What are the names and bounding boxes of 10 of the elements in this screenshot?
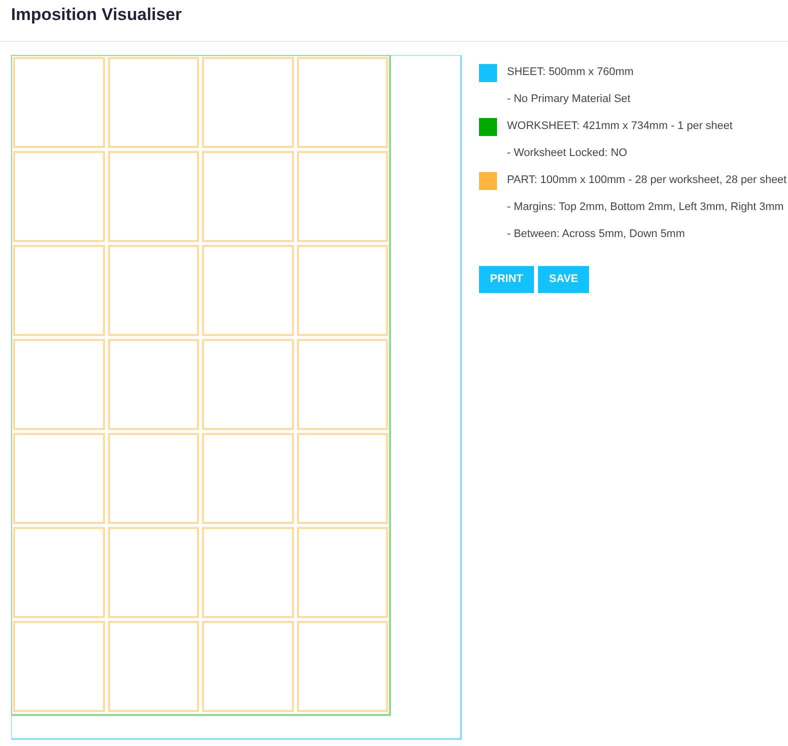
legend-label: SHEET: 500mm x 760mm [507,65,634,80]
legend-detail: - No Primary Material Set [507,92,630,108]
legend-detail: - Between: Across 5mm, Down 5mm [507,227,685,242]
legend-detail: - Margins: Top 2mm, Bottom 2mm, Left 3mm, Right 3mm [507,200,784,216]
legend-label: PART: 100mm x 100mm - 28 per worksheet, 28 per sheet [507,173,787,188]
action-button[interactable]: SAVE [538,266,590,293]
legend-label: WORKSHEET: 421mm x 734mm - 1 per sheet [507,119,733,134]
legend-detail: - Worksheet Locked: NO [507,146,628,162]
action-button[interactable]: PRINT [479,266,534,293]
page-title: Imposition Visualiser [11,4,182,26]
